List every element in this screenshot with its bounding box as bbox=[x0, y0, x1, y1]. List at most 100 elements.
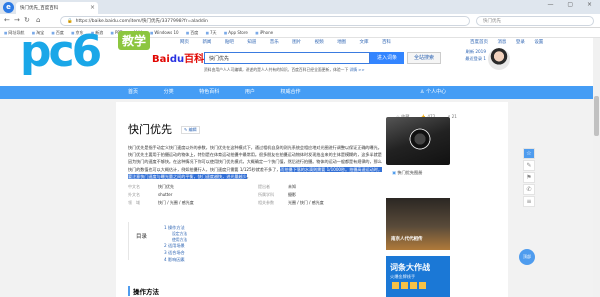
ad-tile bbox=[392, 282, 399, 289]
user-info: 刷新 2019 最近登录 1 bbox=[464, 49, 486, 63]
page-title: 快门优先 bbox=[128, 123, 172, 136]
side-toolbar: ☆ ✎ ⚑ ✆ ≡ bbox=[523, 148, 535, 207]
product-link[interactable]: 地图 bbox=[337, 40, 346, 45]
forward-icon[interactable]: → bbox=[14, 16, 20, 24]
basic-info-table: 中文名 快门优先 提出者 未知 外文名 shutter 所属学科 摄影 领 域 … bbox=[128, 184, 380, 208]
bookmark-item[interactable]: 7天 bbox=[206, 30, 217, 35]
top-right-link[interactable]: 百度首页 bbox=[470, 40, 488, 45]
info-row: 中文名 快门优先 提出者 未知 bbox=[128, 184, 380, 192]
full-site-search-button[interactable]: 全站搜索 bbox=[407, 52, 441, 64]
top-right-links: 百度首页 消息 登录 设置 bbox=[470, 39, 551, 45]
notice-text: 资料由用户人人可编辑，讲述的是人人共有的知识。百度百科已经全面更新，体验一下 bbox=[204, 67, 349, 72]
nav-item[interactable]: 用户 bbox=[245, 89, 255, 95]
back-icon[interactable]: ← bbox=[4, 16, 10, 24]
product-link[interactable]: 文库 bbox=[360, 40, 369, 45]
info-key: 相关参数 bbox=[258, 200, 274, 205]
product-link[interactable]: 贴吧 bbox=[225, 40, 234, 45]
enter-entry-button[interactable]: 进入词条 bbox=[370, 52, 404, 64]
tab-active[interactable]: 快门优先_百度百科 × bbox=[16, 2, 98, 14]
personal-center-link[interactable]: ♙ 个人中心 bbox=[420, 88, 446, 95]
album-link[interactable]: 快门优先图册 bbox=[392, 170, 422, 176]
top-right-link[interactable]: 设置 bbox=[534, 40, 543, 45]
toc-item[interactable]: 4 影响因素 bbox=[164, 256, 187, 263]
info-value: 快门优先 bbox=[158, 184, 174, 189]
top-right-link[interactable]: 消息 bbox=[497, 40, 506, 45]
ad-tile bbox=[401, 282, 408, 289]
info-row: 领 域 快门 / 光圈 / 感光度 相关参数 光圈 / 快门 / 感光度 bbox=[128, 200, 380, 208]
main-nav-items: 首页 分类 特色百科 用户 权威合作 bbox=[128, 88, 324, 95]
product-link[interactable]: 新闻 bbox=[202, 40, 211, 45]
pc6-watermark-logo: pc6 教学 bbox=[14, 26, 184, 86]
search-input[interactable]: 快门优先 bbox=[204, 52, 370, 64]
user-name[interactable]: 刷新 2019 bbox=[464, 49, 486, 55]
toc-item[interactable]: 2 适用场景 bbox=[164, 242, 187, 249]
url-text: https://baike.baidu.com/item/快门优先/337799… bbox=[75, 19, 208, 24]
nav-item[interactable]: 权威合作 bbox=[280, 89, 300, 95]
info-value: 光圈 / 快门 / 感光度 bbox=[288, 200, 324, 205]
nav-item[interactable]: 分类 bbox=[164, 89, 174, 95]
browser-logo-icon[interactable]: e bbox=[3, 2, 14, 13]
info-key: 中文名 bbox=[128, 184, 140, 189]
refresh-icon[interactable]: ↻ bbox=[24, 16, 30, 24]
home-icon[interactable]: ⌂ bbox=[36, 16, 40, 24]
summary-tail: 。 bbox=[246, 173, 251, 179]
ad-banner-2-title: 词条大作战 bbox=[390, 263, 430, 272]
search-query: 快门优先 bbox=[209, 56, 230, 62]
lock-icon: 🔒 bbox=[67, 19, 73, 24]
top-right-link[interactable]: 登录 bbox=[516, 40, 525, 45]
ad-banner-2-subtitle: 火爆金牌线手 bbox=[390, 274, 416, 279]
page: e 快门优先_百度百科 × — ▢ × ← → ↻ ⌂ 🔒 https://bai… bbox=[0, 0, 600, 297]
toc-label: 目录 bbox=[136, 234, 148, 240]
info-key: 所属学科 bbox=[258, 192, 274, 197]
bookmark-item[interactable]: App Store bbox=[224, 30, 248, 35]
avatar[interactable] bbox=[488, 48, 510, 70]
info-value: 未知 bbox=[288, 184, 296, 189]
ad-tile bbox=[419, 282, 426, 289]
edit-icon[interactable]: ✎ bbox=[523, 160, 535, 171]
nav-item[interactable]: 特色百科 bbox=[199, 89, 219, 95]
notice-bar: 资料由用户人人可编辑，讲述的是人人共有的知识。百度百科已经全面更新，体验一下 详… bbox=[204, 67, 444, 75]
back-to-top-button[interactable]: 顶部 bbox=[519, 249, 535, 265]
toc-item[interactable]: 1 操作方法 bbox=[164, 224, 187, 231]
product-link[interactable]: 百科 bbox=[382, 40, 391, 45]
scrollbar[interactable] bbox=[593, 38, 600, 297]
window-controls[interactable]: — ▢ × bbox=[547, 1, 598, 8]
url-input[interactable]: 🔒 https://baike.baidu.com/item/快门优先/33779… bbox=[60, 16, 470, 26]
bookmark-item[interactable]: iPhone bbox=[255, 30, 273, 35]
nav-item[interactable]: 首页 bbox=[128, 89, 138, 95]
toc-list: 1 操作方法 设定方法 使用方法 2 适用场景 3 适合场合 4 影响因素 bbox=[164, 224, 187, 263]
product-link[interactable]: 视频 bbox=[315, 40, 324, 45]
product-link[interactable]: 音乐 bbox=[270, 40, 279, 45]
scrollbar-thumb[interactable] bbox=[594, 96, 599, 136]
edit-button[interactable]: ✎ 编辑 bbox=[181, 126, 200, 134]
product-link[interactable]: 知道 bbox=[247, 40, 256, 45]
bookmark-item[interactable]: 百度 bbox=[186, 30, 198, 35]
summary-paragraph: 快门优先是指手动定义快门速度以外的参数，快门优先在这种模式下，通过相机自身的测光… bbox=[128, 144, 382, 180]
info-key: 外文名 bbox=[128, 192, 140, 197]
browser-search-text: 快门优先 bbox=[483, 19, 501, 24]
favorite-icon[interactable]: ☆ bbox=[523, 148, 535, 159]
ad-banner-1[interactable] bbox=[386, 198, 450, 250]
wechat-icon[interactable]: ✆ bbox=[523, 184, 535, 195]
info-row: 外文名 shutter 所属学科 摄影 bbox=[128, 192, 380, 200]
tab-title: 快门优先_百度百科 bbox=[20, 6, 59, 11]
info-value: shutter bbox=[158, 192, 173, 197]
ad-banner-1-text: 南京人代代相传 bbox=[391, 237, 423, 242]
info-key: 领 域 bbox=[128, 200, 140, 205]
edit-label: 编辑 bbox=[188, 127, 197, 132]
user-level: 最近登录 1 bbox=[465, 56, 486, 61]
pc6-logo-badge: 教学 bbox=[118, 31, 151, 50]
toc-item[interactable]: 3 适合场合 bbox=[164, 249, 187, 256]
notice-more-link[interactable]: 详情 >> bbox=[350, 67, 365, 72]
info-value: 快门 / 光圈 / 感光度 bbox=[158, 200, 194, 205]
info-key: 提出者 bbox=[258, 184, 270, 189]
table-of-contents bbox=[128, 222, 288, 260]
section-heading: 操作方法 bbox=[128, 286, 159, 296]
browser-search-input[interactable]: 快门优先 bbox=[476, 16, 594, 26]
camera-dial-graphic bbox=[409, 128, 431, 150]
share-count: 21 bbox=[451, 114, 457, 119]
product-link[interactable]: 图片 bbox=[292, 40, 301, 45]
report-icon[interactable]: ⚑ bbox=[523, 172, 535, 183]
menu-icon[interactable]: ≡ bbox=[523, 196, 535, 207]
close-icon[interactable]: × bbox=[90, 4, 95, 11]
